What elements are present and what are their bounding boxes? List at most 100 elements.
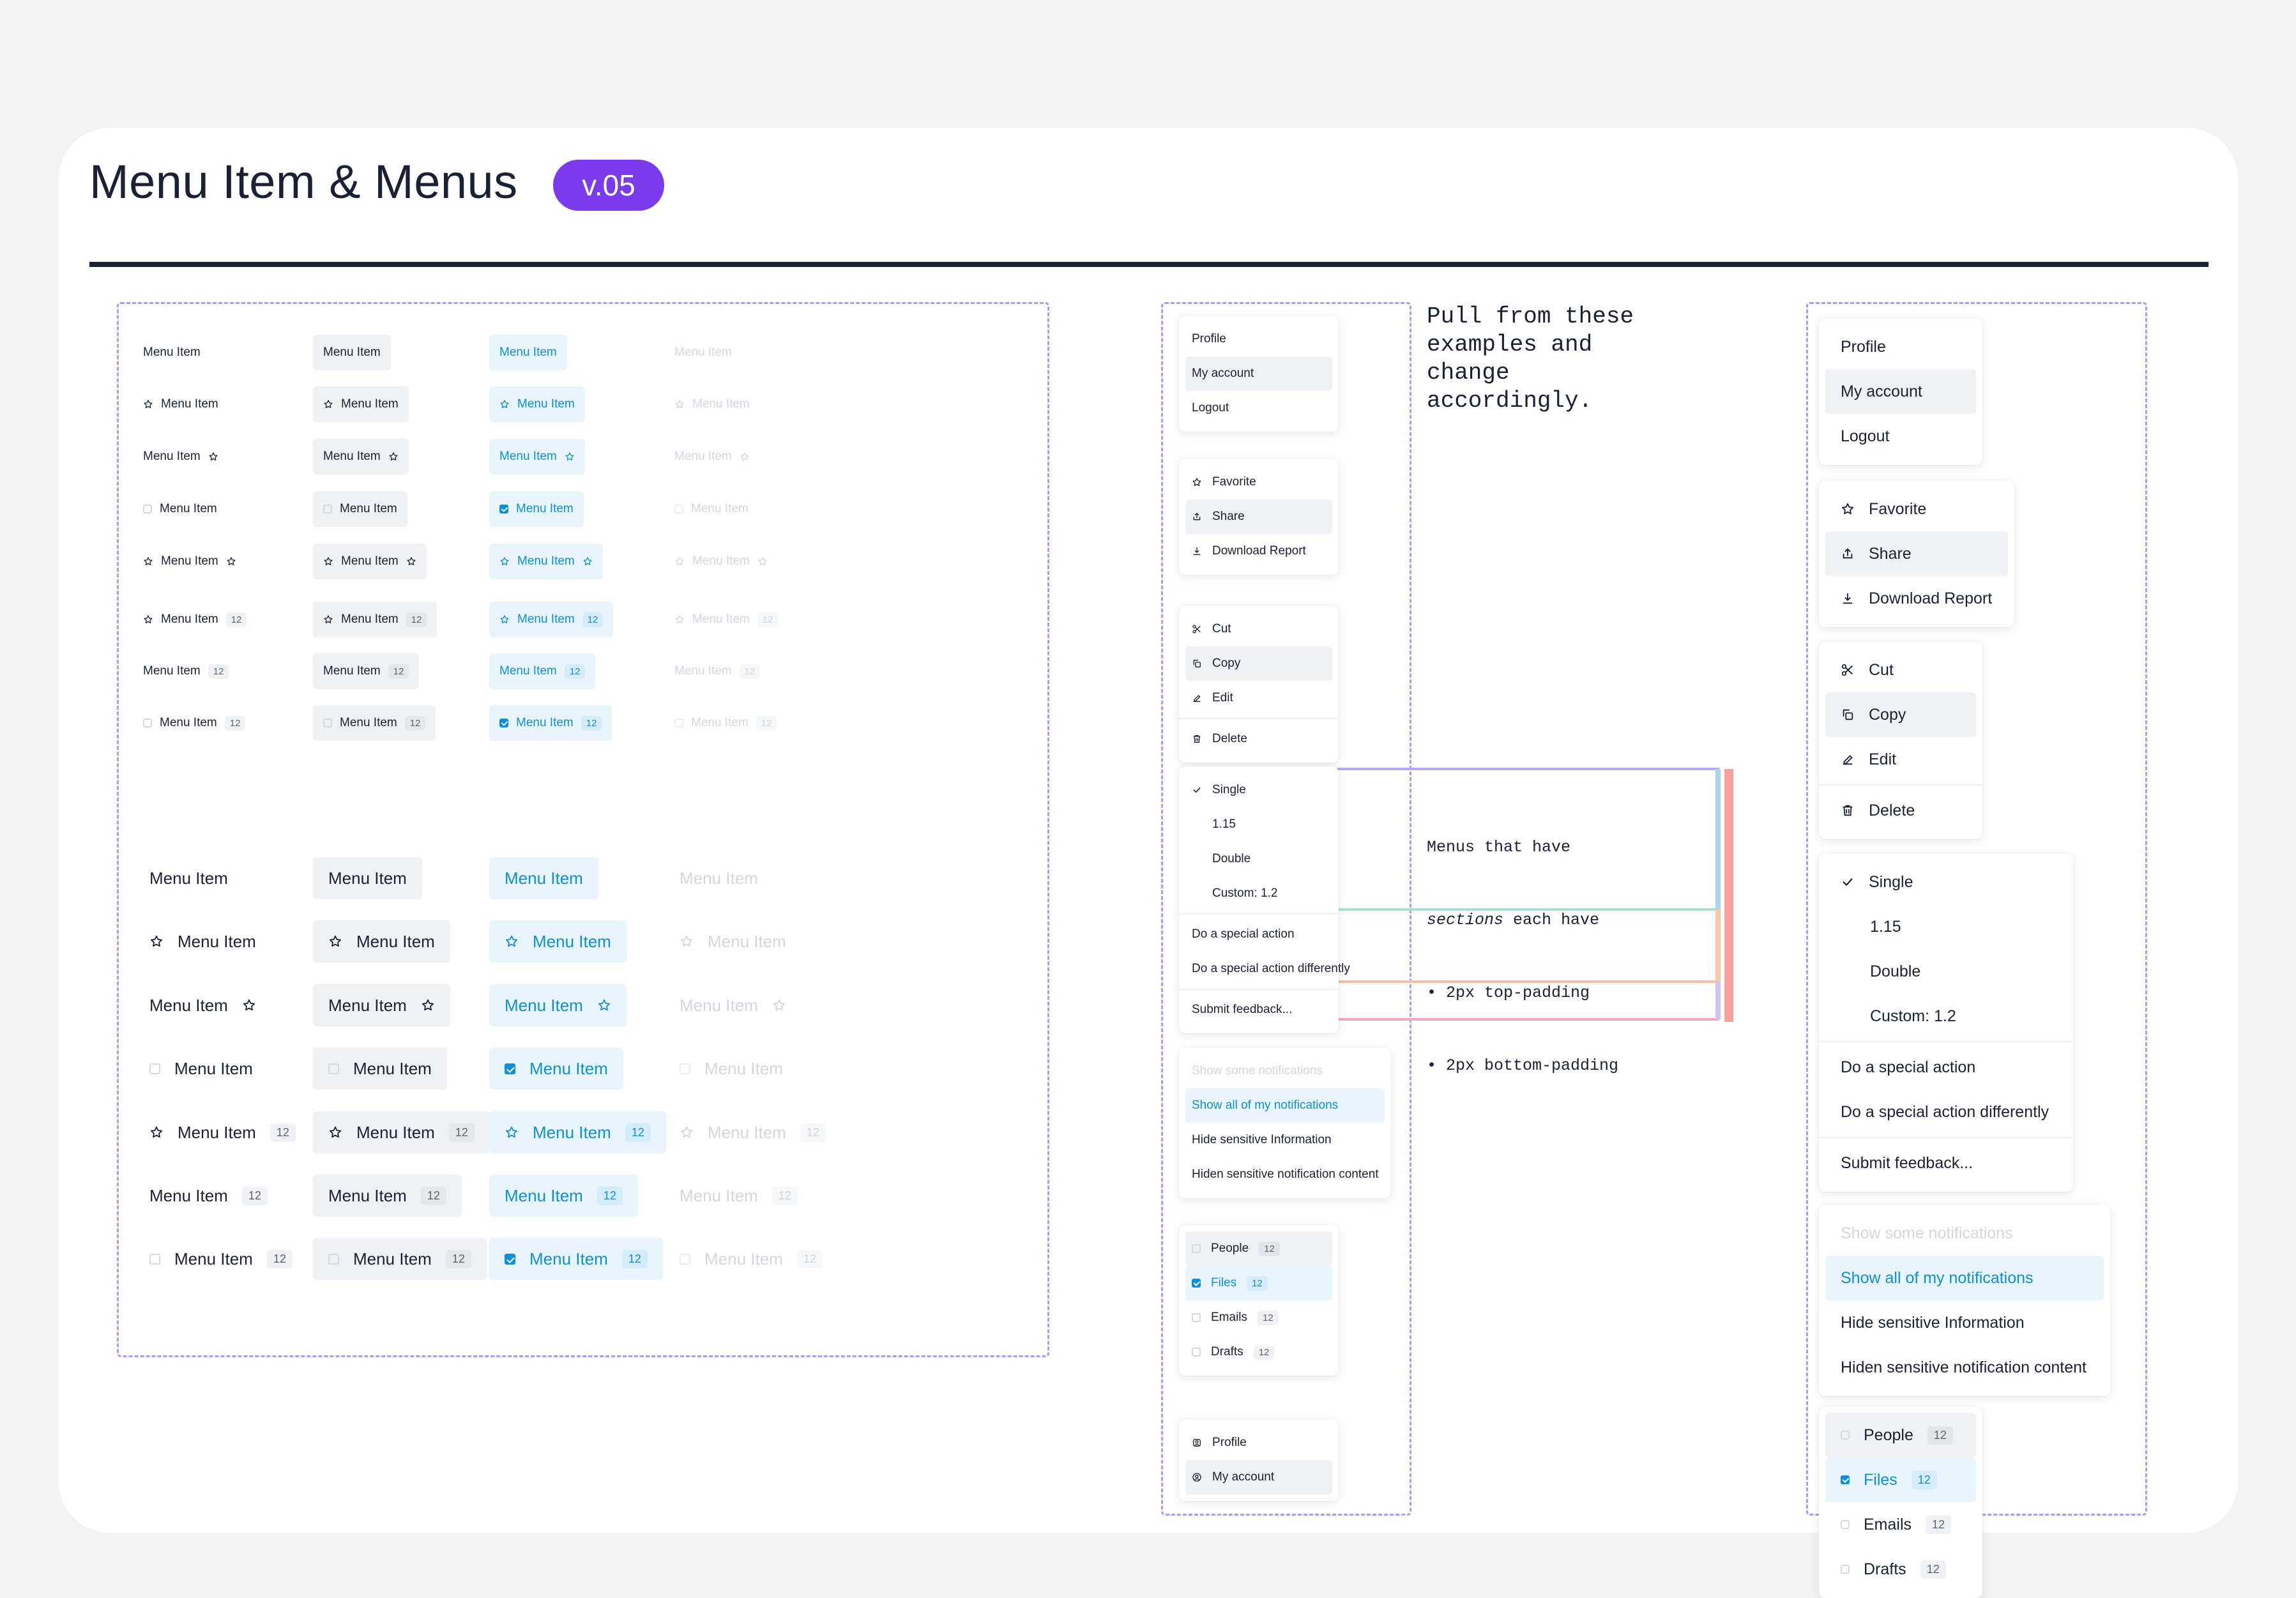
menu-item-variant[interactable]: Menu Item xyxy=(139,984,271,1026)
menu-item[interactable]: Single xyxy=(1825,860,2067,904)
checkbox-icon[interactable] xyxy=(1192,1313,1201,1322)
menu-item[interactable]: Emails 12 xyxy=(1825,1502,1976,1547)
menu-item[interactable]: Double xyxy=(1825,949,2067,994)
menu-item-variant[interactable]: Menu Item xyxy=(489,920,627,963)
checkbox-icon[interactable] xyxy=(1192,1279,1201,1288)
menu-item[interactable]: Submit feedback... xyxy=(1825,1141,2067,1185)
menu-item[interactable]: My account xyxy=(1185,1460,1332,1495)
menu-item-variant[interactable]: Menu Item 12 xyxy=(133,705,255,741)
menu-item[interactable]: Logout xyxy=(1825,414,1976,459)
menu-item-variant[interactable]: Menu Item 12 xyxy=(489,1238,663,1280)
checkbox-icon[interactable] xyxy=(505,1253,515,1265)
menu-item-variant[interactable]: Menu Item 12 xyxy=(139,1175,283,1217)
checkbox-icon[interactable] xyxy=(674,719,683,727)
checkbox-icon[interactable] xyxy=(680,1063,690,1074)
menu-item-variant[interactable]: Menu Item 12 xyxy=(313,1111,490,1153)
menu-item-variant[interactable]: Menu Item 12 xyxy=(313,602,437,637)
menu-item[interactable]: Favorite xyxy=(1825,487,2008,531)
checkbox-icon[interactable] xyxy=(149,1253,160,1265)
menu-item[interactable]: Copy xyxy=(1825,692,1976,737)
menu-item-variant[interactable]: Menu Item 12 xyxy=(489,1111,666,1153)
menu-item-variant[interactable]: Menu Item xyxy=(313,386,409,422)
menu-item-variant[interactable]: Menu Item 12 xyxy=(489,1175,638,1217)
menu-item[interactable]: Submit feedback... xyxy=(1185,993,1332,1027)
checkbox-icon[interactable] xyxy=(1841,1431,1850,1440)
menu-item[interactable]: Share xyxy=(1185,499,1332,534)
checkbox-icon[interactable] xyxy=(143,505,152,514)
menu-item-variant[interactable]: Menu Item 12 xyxy=(133,653,239,689)
menu-item[interactable]: Double xyxy=(1185,842,1332,876)
menu-item[interactable]: Files 12 xyxy=(1185,1266,1332,1300)
menu-item-variant[interactable]: Menu Item xyxy=(313,544,427,579)
menu-item[interactable]: Show all of my notifications xyxy=(1825,1256,2104,1300)
menu-item[interactable]: Hide sensitive Information xyxy=(1185,1123,1385,1157)
menu-item-variant[interactable]: Menu Item xyxy=(489,984,627,1026)
checkbox-icon[interactable] xyxy=(328,1063,339,1074)
menu-item[interactable]: Delete xyxy=(1185,722,1332,756)
menu-item-variant[interactable]: Menu Item xyxy=(133,491,227,527)
menu-item[interactable]: 1.15 xyxy=(1825,904,2067,949)
menu-item[interactable]: Share xyxy=(1825,531,2008,576)
menu-item-variant[interactable]: Menu Item 12 xyxy=(139,1238,308,1280)
menu-item-variant[interactable]: Menu Item xyxy=(313,920,450,963)
menu-item[interactable]: Profile xyxy=(1185,322,1332,356)
menu-item[interactable]: Files 12 xyxy=(1825,1457,1976,1502)
checkbox-icon[interactable] xyxy=(680,1253,690,1265)
menu-item-variant[interactable]: Menu Item 12 xyxy=(133,602,257,637)
menu-item-variant[interactable]: Menu Item 12 xyxy=(489,653,596,689)
menu-item[interactable]: Drafts 12 xyxy=(1825,1547,1976,1592)
menu-item[interactable]: Single xyxy=(1185,773,1332,807)
menu-item-variant[interactable]: Menu Item 12 xyxy=(313,1175,462,1217)
menu-item-variant[interactable]: Menu Item xyxy=(133,386,229,422)
menu-item-variant[interactable]: Menu Item xyxy=(489,544,603,579)
menu-item[interactable]: 1.15 xyxy=(1185,807,1332,842)
checkbox-icon[interactable] xyxy=(1192,1348,1201,1357)
menu-item[interactable]: Download Report xyxy=(1825,576,2008,621)
checkbox-icon[interactable] xyxy=(499,505,508,514)
menu-item[interactable]: Cut xyxy=(1825,648,1976,692)
menu-item-variant[interactable]: Menu Item 12 xyxy=(489,602,614,637)
checkbox-icon[interactable] xyxy=(143,719,152,727)
menu-item[interactable]: Emails 12 xyxy=(1185,1300,1332,1335)
menu-item-variant[interactable]: Menu Item xyxy=(133,335,211,370)
menu-item[interactable]: Do a special action differently xyxy=(1825,1090,2067,1134)
menu-item-variant[interactable]: Menu Item xyxy=(313,439,409,475)
menu-item[interactable]: People 12 xyxy=(1185,1231,1332,1266)
menu-item-variant[interactable]: Menu Item 12 xyxy=(139,1111,311,1153)
checkbox-icon[interactable] xyxy=(1841,1475,1850,1484)
menu-item[interactable]: Custom: 1.2 xyxy=(1825,994,2067,1039)
menu-item[interactable]: Show all of my notifications xyxy=(1185,1088,1385,1123)
menu-item-variant[interactable]: Menu Item xyxy=(489,491,584,527)
menu-item[interactable]: People 12 xyxy=(1825,1413,1976,1457)
menu-item[interactable]: Edit xyxy=(1185,681,1332,715)
menu-item[interactable]: Do a special action differently xyxy=(1185,952,1350,986)
checkbox-icon[interactable] xyxy=(323,719,332,727)
menu-item[interactable]: Hiden sensitive notification content xyxy=(1825,1345,2104,1390)
menu-item-variant[interactable]: Menu Item xyxy=(313,857,422,899)
checkbox-icon[interactable] xyxy=(1841,1565,1850,1574)
checkbox-icon[interactable] xyxy=(149,1063,160,1074)
menu-item[interactable]: Drafts 12 xyxy=(1185,1335,1332,1369)
menu-item-variant[interactable]: Menu Item 12 xyxy=(313,1238,487,1280)
menu-item[interactable]: Do a special action xyxy=(1825,1045,2067,1090)
menu-item[interactable]: Copy xyxy=(1185,646,1332,681)
checkbox-icon[interactable] xyxy=(499,719,508,727)
menu-item-variant[interactable]: Menu Item xyxy=(139,857,243,899)
menu-item[interactable]: My account xyxy=(1825,369,1976,414)
menu-item-variant[interactable]: Menu Item xyxy=(313,491,407,527)
checkbox-icon[interactable] xyxy=(323,505,332,514)
menu-item[interactable]: Logout xyxy=(1185,391,1332,425)
checkbox-icon[interactable] xyxy=(674,505,683,514)
menu-item[interactable]: Cut xyxy=(1185,612,1332,646)
menu-item[interactable]: Edit xyxy=(1825,737,1976,782)
menu-item-variant[interactable]: Menu Item xyxy=(489,439,585,475)
menu-item-variant[interactable]: Menu Item xyxy=(489,335,567,370)
menu-item-variant[interactable]: Menu Item xyxy=(133,439,229,475)
menu-item-variant[interactable]: Menu Item 12 xyxy=(489,705,612,741)
menu-item[interactable]: Do a special action xyxy=(1185,917,1332,952)
menu-item-variant[interactable]: Menu Item xyxy=(139,1047,268,1090)
menu-item-variant[interactable]: Menu Item xyxy=(489,857,598,899)
menu-item[interactable]: Hide sensitive Information xyxy=(1825,1300,2104,1345)
checkbox-icon[interactable] xyxy=(328,1253,339,1265)
menu-item[interactable]: Delete xyxy=(1825,788,1976,833)
